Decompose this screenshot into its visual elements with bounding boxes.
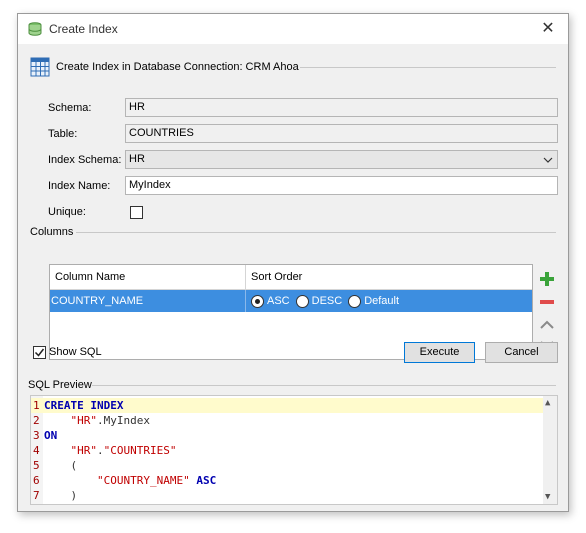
scroll-up-icon[interactable]: ▲: [545, 398, 550, 408]
sort-order-header[interactable]: Sort Order: [246, 265, 532, 290]
dialog-content: Create Index in Database Connection: CRM…: [18, 44, 568, 511]
sql-code: "HR"."COUNTRIES": [44, 443, 177, 458]
sql-preview-label: SQL Preview: [28, 379, 92, 391]
index-schema-value: HR: [129, 153, 145, 165]
schema-label: Schema:: [48, 102, 92, 114]
line-number: 4: [33, 444, 40, 457]
sql-token: .MyIndex: [97, 414, 150, 427]
sql-code: ): [44, 488, 77, 503]
show-sql-label: Show SQL: [49, 346, 102, 358]
table-label: Table:: [48, 128, 78, 140]
add-column-button[interactable]: [538, 270, 556, 288]
cancel-button[interactable]: Cancel: [485, 342, 558, 363]
remove-column-button[interactable]: [538, 293, 556, 311]
schema-field[interactable]: HR: [125, 98, 558, 117]
columns-divider: [76, 232, 556, 233]
sort-default-option[interactable]: Default: [348, 294, 400, 308]
sql-token: ON: [44, 429, 58, 442]
sql-line: 1 CREATE INDEX: [31, 398, 543, 413]
radio-desc[interactable]: [295, 294, 309, 308]
index-schema-select[interactable]: HR: [125, 150, 558, 169]
line-number: 2: [33, 414, 40, 427]
line-number: 7: [33, 489, 40, 502]
heading-text: Create Index in Database Connection: CRM…: [56, 61, 299, 73]
unique-label: Unique:: [48, 206, 86, 218]
sort-order-cell: ASC DESC Default: [246, 290, 532, 312]
sql-token: ASC: [196, 474, 217, 487]
unique-checkbox[interactable]: [130, 206, 143, 219]
scroll-down-icon[interactable]: ▼: [545, 492, 550, 502]
database-icon: [28, 22, 42, 36]
execute-button[interactable]: Execute: [404, 342, 475, 363]
remove-icon: [540, 300, 554, 304]
title-bar: Create Index ✕: [18, 14, 568, 44]
sql-line: 5 (: [31, 458, 543, 473]
heading-divider: [300, 67, 556, 68]
sql-code: CREATE INDEX: [44, 398, 123, 413]
check-icon: [34, 348, 45, 357]
sql-token: "HR": [70, 414, 98, 427]
default-label: Default: [364, 295, 400, 307]
sql-preview-divider: [92, 385, 556, 386]
column-name-cell[interactable]: COUNTRY_NAME: [50, 290, 246, 312]
index-name-input[interactable]: MyIndex: [125, 176, 558, 195]
sql-line: 7 ): [31, 488, 543, 503]
move-up-button[interactable]: [538, 316, 556, 334]
index-name-label: Index Name:: [48, 180, 111, 192]
show-sql-checkbox[interactable]: [33, 346, 46, 359]
close-icon[interactable]: ✕: [536, 18, 560, 40]
radio-default[interactable]: [348, 294, 362, 308]
sql-line: 2 "HR".MyIndex: [31, 413, 543, 428]
desc-label: DESC: [311, 295, 343, 307]
line-number: 3: [33, 429, 40, 442]
sql-line: 6 "COUNTRY_NAME" ASC: [31, 473, 543, 488]
add-icon: [540, 272, 554, 286]
radio-asc[interactable]: [251, 294, 264, 308]
sql-token: CREATE INDEX: [44, 399, 124, 412]
asc-label: ASC: [267, 295, 290, 307]
dialog-heading: Create Index in Database Connection: CRM…: [30, 56, 299, 78]
sql-token: .: [97, 444, 104, 457]
chevron-down-icon: [543, 157, 553, 163]
create-index-dialog: Create Index ✕ Create Index in Database …: [17, 13, 569, 512]
table-grid-icon: [30, 57, 50, 77]
sql-token: "COUNTRIES": [103, 444, 177, 457]
sql-token: (: [44, 459, 78, 472]
line-number: 6: [33, 474, 40, 487]
sql-preview-editor[interactable]: 1 CREATE INDEX 2 "HR".MyIndex 3 ON 4 "HR"."CO…: [30, 395, 558, 505]
index-schema-label: Index Schema:: [48, 154, 122, 166]
sql-token: "HR": [70, 444, 98, 457]
line-number: 5: [33, 459, 40, 472]
sort-asc-option[interactable]: ASC: [251, 294, 290, 308]
columns-section-label: Columns: [30, 226, 74, 238]
sql-line: 4 "HR"."COUNTRIES": [31, 443, 543, 458]
sql-code: "COUNTRY_NAME" ASC: [44, 473, 216, 488]
sql-token: ): [44, 489, 78, 502]
table-field[interactable]: COUNTRIES: [125, 124, 558, 143]
sql-line: 3 ON: [31, 428, 543, 443]
sql-token: "COUNTRY_NAME": [96, 474, 190, 487]
line-number: 1: [33, 399, 40, 412]
sql-scrollbar[interactable]: ▲ ▼: [543, 396, 557, 504]
sort-desc-option[interactable]: DESC: [295, 294, 343, 308]
table-row[interactable]: COUNTRY_NAME ASC DESC Default: [50, 290, 532, 312]
column-name-header[interactable]: Column Name: [50, 265, 246, 290]
window-title: Create Index: [49, 22, 118, 36]
move-up-icon: [540, 320, 554, 329]
sql-code: ON: [44, 428, 57, 443]
sql-code: (: [44, 458, 77, 473]
sql-code: "HR".MyIndex: [44, 413, 150, 428]
